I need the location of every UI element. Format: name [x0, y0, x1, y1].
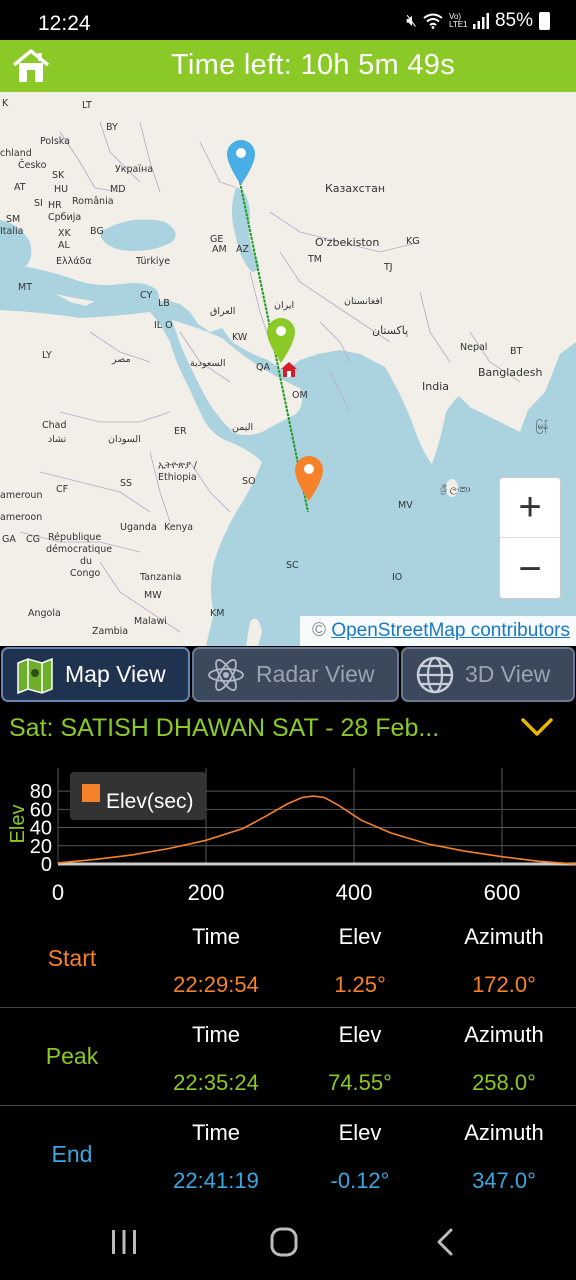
x-tick-label: 400 [336, 880, 373, 905]
home-icon[interactable] [12, 48, 50, 84]
start-elev: 1.25° [334, 972, 386, 997]
start-marker-icon[interactable] [225, 138, 257, 186]
tab-label: Radar View [256, 661, 375, 687]
status-icons: 🔇︎ Vo) LTE1 85% [406, 10, 550, 32]
status-bar: 12:24 🔇︎ Vo) LTE1 85% [0, 0, 576, 40]
battery-percent: 85% [494, 10, 533, 31]
pass-row-peak: Peak Time Elev Azimuth 22:35:24 74.55° 2… [0, 1007, 576, 1104]
elev-header: Elev [338, 924, 382, 949]
signal-label: Vo) LTE1 [448, 12, 468, 29]
elev-header: Elev [338, 1022, 382, 1047]
legend-label: Elev(sec) [106, 790, 194, 813]
start-azimuth: 172.0° [472, 972, 536, 997]
azimuth-header: Azimuth [464, 924, 544, 949]
chevron-down-icon[interactable] [520, 716, 554, 738]
map-view[interactable]: Polska chland Česko SK Україна AT HU MD … [0, 92, 576, 646]
time-header: Time [191, 924, 241, 949]
map-attribution: © OpenStreetMap contributors [300, 616, 576, 646]
end-time: 22:41:19 [173, 1168, 259, 1193]
pass-name: Peak [45, 1043, 99, 1069]
view-tabs: Map View Radar View 3D View [0, 646, 576, 704]
time-header: Time [191, 1022, 241, 1047]
zoom-controls: + − [499, 477, 561, 599]
end-elev: -0.12° [330, 1168, 390, 1193]
pass-name: Start [47, 945, 97, 971]
wifi-icon [423, 13, 443, 29]
end-azimuth: 347.0° [472, 1168, 536, 1193]
mute-icon: 🔇︎ [406, 11, 417, 30]
status-time: 12:24 [38, 12, 91, 35]
satellite-label: Sat: SATISH DHAWAN SAT - 28 Feb... [9, 714, 440, 742]
elevation-chart: 0 20 40 60 80 0 200 400 600 Elev Elev(sec) [0, 762, 576, 912]
system-nav-bar [0, 1200, 576, 1280]
atom-icon [208, 658, 244, 691]
satellite-selector[interactable]: Sat: SATISH DHAWAN SAT - 28 Feb... [0, 704, 576, 752]
pass-row-end: End Time Elev Azimuth 22:41:19 -0.12° 34… [0, 1105, 576, 1202]
x-tick-label: 200 [188, 880, 225, 905]
signal-icon [472, 13, 489, 29]
start-time: 22:29:54 [173, 972, 259, 997]
tab-3d-view[interactable]: 3D View [401, 647, 575, 702]
zoom-in-button[interactable]: + [500, 478, 560, 538]
pass-name: End [51, 1141, 93, 1167]
elevation-chart-svg: 0204060800 200 400 600ElevElev(sec) [7, 768, 576, 905]
pass-row-start: Start Time Elev Azimuth 22:29:54 1.25° 1… [0, 910, 576, 1007]
battery-icon [539, 12, 550, 30]
map-icon [17, 657, 53, 694]
legend-swatch [82, 784, 100, 802]
x-tick-label: 0 [52, 880, 64, 905]
end-marker-icon[interactable] [293, 454, 325, 502]
copyright-symbol: © [312, 620, 327, 641]
peak-marker-icon[interactable] [265, 316, 297, 364]
zoom-out-button[interactable]: − [500, 539, 560, 599]
ground-station-home-icon [281, 362, 297, 377]
peak-time: 22:35:24 [173, 1070, 259, 1095]
peak-azimuth: 258.0° [472, 1070, 536, 1095]
azimuth-header: Azimuth [464, 1120, 544, 1145]
attribution-link[interactable]: OpenStreetMap contributors [331, 620, 570, 641]
tab-label: 3D View [465, 661, 551, 687]
time-left-title: Time left: 10h 5m 49s [170, 49, 456, 81]
elev-header: Elev [338, 1120, 382, 1145]
time-header: Time [191, 1120, 241, 1145]
tab-map-view[interactable]: Map View [1, 647, 190, 702]
y-axis-label: Elev [7, 805, 29, 844]
peak-elev: 74.55° [328, 1070, 392, 1095]
x-tick-label: 600 [484, 880, 521, 905]
recent-apps-icon[interactable] [104, 1224, 144, 1260]
azimuth-header: Azimuth [464, 1022, 544, 1047]
header-bar: Time left: 10h 5m 49s [0, 40, 576, 92]
tab-radar-view[interactable]: Radar View [192, 647, 399, 702]
y-tick-label: 80 [30, 781, 52, 803]
globe-icon [416, 656, 454, 693]
back-icon[interactable] [426, 1224, 466, 1260]
tab-label: Map View [65, 661, 166, 687]
home-nav-icon[interactable] [264, 1224, 304, 1260]
